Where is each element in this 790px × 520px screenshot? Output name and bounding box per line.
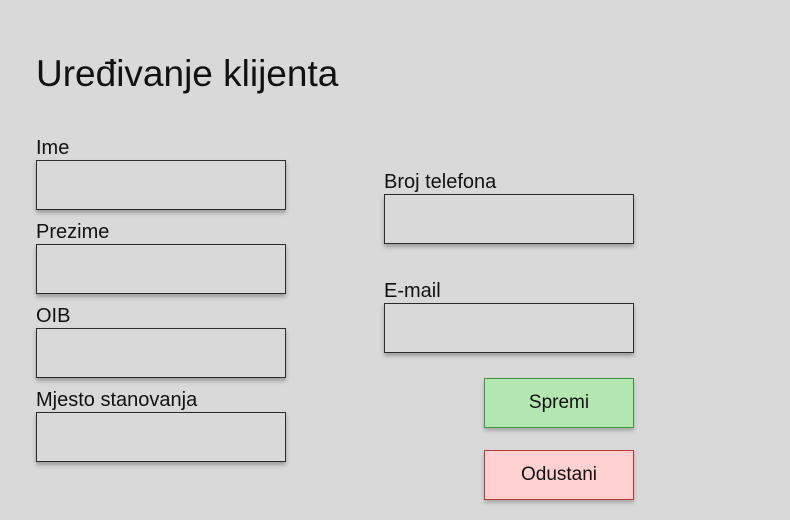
ime-input[interactable] (36, 160, 286, 210)
mjesto-stanovanja-label: Mjesto stanovanja (36, 389, 198, 411)
broj-telefona-label: Broj telefona (384, 171, 497, 193)
prezime-input[interactable] (36, 244, 286, 294)
prezime-label: Prezime (36, 221, 110, 243)
broj-telefona-input[interactable] (384, 194, 634, 244)
email-label: E-mail (384, 280, 441, 302)
oib-input[interactable] (36, 328, 286, 378)
cancel-button[interactable]: Odustani (484, 450, 634, 500)
save-button[interactable]: Spremi (484, 378, 634, 428)
oib-label: OIB (36, 305, 71, 327)
email-input[interactable] (384, 303, 634, 353)
ime-label: Ime (36, 137, 70, 159)
page-title: Uređivanje klijenta (36, 53, 339, 94)
mjesto-stanovanja-input[interactable] (36, 412, 286, 462)
